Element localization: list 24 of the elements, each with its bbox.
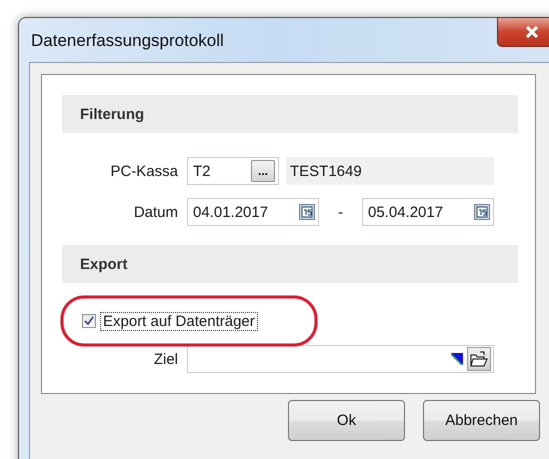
folder-button[interactable]	[467, 347, 491, 371]
date-field[interactable]: 04.01.2017	[187, 198, 319, 226]
folder-icon	[470, 351, 488, 367]
kassa-field[interactable]: T2 ...	[187, 157, 279, 185]
browse-button[interactable]: ...	[251, 160, 275, 182]
checkbox-label[interactable]: Export auf Datenträger	[100, 312, 258, 330]
date-field[interactable]: 05.04.2017	[362, 198, 494, 226]
dialog-button[interactable]: Abbrechen	[423, 400, 540, 441]
field-label: Datum	[132, 204, 179, 220]
calendar-icon[interactable]	[299, 204, 315, 220]
field-label: PC-Kassa	[109, 162, 179, 180]
close-button[interactable]	[497, 17, 549, 47]
corner-marker-icon	[451, 353, 463, 365]
window-title: Datenerfassungsprotokoll	[31, 31, 224, 51]
section-header: Export	[62, 245, 518, 283]
section-header: Filterung	[62, 95, 518, 133]
target-field[interactable]	[187, 345, 494, 373]
range-separator: -	[337, 204, 344, 220]
checkbox[interactable]	[82, 314, 96, 328]
field-label: Ziel	[152, 350, 179, 368]
close-icon	[524, 25, 540, 39]
kassa-name: TEST1649	[286, 157, 494, 185]
dialog-button[interactable]: Ok	[288, 400, 405, 441]
calendar-icon[interactable]	[474, 204, 490, 220]
